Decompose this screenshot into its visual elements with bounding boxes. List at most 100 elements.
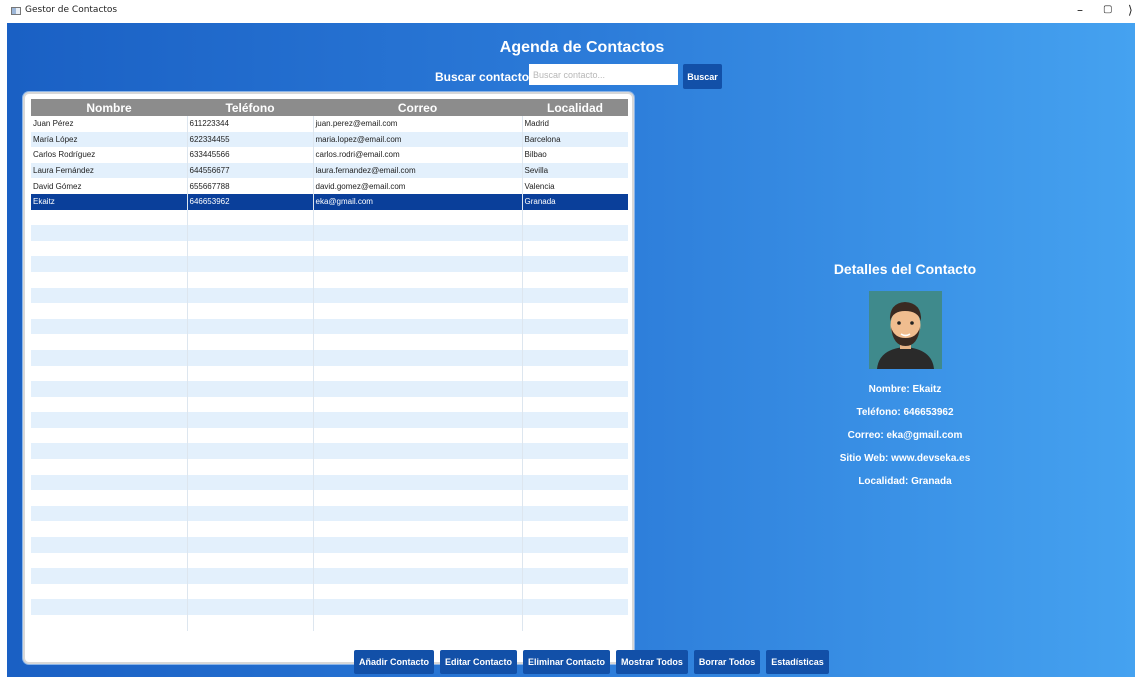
add-contact-button[interactable]: Añadir Contacto (354, 650, 435, 674)
table-cell (186, 552, 313, 569)
show-all-button[interactable]: Mostrar Todos (616, 650, 688, 674)
table-row[interactable] (31, 349, 628, 366)
table-row[interactable] (31, 552, 628, 569)
table-cell: juan.perez@email.com (312, 116, 522, 132)
table-row[interactable] (31, 505, 628, 522)
table-cell (312, 568, 522, 584)
table-cell (521, 396, 628, 413)
table-row[interactable] (31, 334, 628, 350)
table-cell: 655667788 (186, 178, 313, 194)
table-cell (312, 490, 522, 506)
table-row[interactable] (31, 303, 628, 319)
table-row[interactable] (31, 365, 628, 382)
table-row[interactable]: María López 622334455 maria.lopez@email.co… (31, 131, 628, 148)
table-cell (31, 615, 187, 631)
table-cell (31, 552, 187, 569)
table-row[interactable]: Carlos Rodríguez 633445566 carlos.rodri@em… (31, 147, 628, 163)
table-cell (521, 334, 628, 350)
contacts-table[interactable]: Nombre Teléfono Correo Localidad Juan Pé… (31, 99, 628, 631)
avatar (868, 291, 942, 369)
contact-details-panel: Detalles del Contacto Nombre: Ekaitz Tel… (785, 258, 1025, 487)
table-cell (521, 381, 628, 397)
close-button[interactable]: ⟩ (1128, 3, 1133, 17)
column-header-correo[interactable]: Correo (313, 99, 522, 116)
maximize-button[interactable]: ▢ (1103, 4, 1112, 15)
table-row[interactable] (31, 271, 628, 288)
main-panel: Agenda de Contactos Buscar contacto: Bus… (7, 23, 1135, 677)
table-cell (31, 303, 187, 319)
table-row[interactable] (31, 443, 628, 460)
details-title: Detalles del Contacto (833, 261, 977, 277)
edit-contact-button[interactable]: Editar Contacto (440, 650, 518, 674)
table-cell: Juan Pérez (31, 116, 187, 132)
table-row[interactable] (31, 381, 628, 397)
table-cell (31, 365, 187, 382)
table-cell (521, 271, 628, 288)
table-row[interactable] (31, 209, 628, 226)
table-body: Juan Pérez 611223344 juan.perez@email.com M… (31, 116, 628, 631)
table-row[interactable] (31, 318, 628, 335)
table-cell (312, 256, 522, 272)
table-row[interactable] (31, 490, 628, 506)
table-cell (31, 349, 187, 366)
table-cell (186, 615, 313, 631)
search-input[interactable] (529, 64, 678, 85)
table-cell (521, 443, 628, 460)
table-cell (186, 287, 313, 304)
column-header-localidad[interactable]: Localidad (522, 99, 628, 116)
table-cell (521, 521, 628, 538)
delete-contact-button[interactable]: Eliminar Contacto (523, 650, 611, 674)
table-row[interactable]: Ekaitz 646653962 eka@gmail.com Granada (31, 193, 628, 210)
page-title: Agenda de Contactos (499, 39, 665, 56)
table-row[interactable] (31, 599, 628, 615)
table-row[interactable] (31, 615, 628, 631)
table-cell (521, 209, 628, 226)
table-cell: 646653962 (186, 193, 313, 210)
table-row[interactable] (31, 459, 628, 475)
delete-all-button[interactable]: Borrar Todos (693, 650, 761, 674)
table-row[interactable] (31, 427, 628, 444)
table-cell (521, 240, 628, 257)
statistics-button[interactable]: Estadísticas (766, 650, 829, 674)
table-row[interactable] (31, 240, 628, 257)
table-cell (31, 240, 187, 257)
table-cell (312, 365, 522, 382)
search-button[interactable]: Buscar (683, 64, 722, 89)
table-cell (312, 521, 522, 538)
column-header-nombre[interactable]: Nombre (31, 99, 187, 116)
table-row[interactable] (31, 568, 628, 584)
table-row[interactable]: Laura Fernández 644556677 laura.fernandez@… (31, 162, 628, 179)
table-cell (186, 256, 313, 272)
table-cell: Laura Fernández (31, 162, 187, 179)
table-cell (521, 615, 628, 631)
table-cell: 611223344 (186, 116, 313, 132)
table-row[interactable] (31, 287, 628, 304)
table-row[interactable] (31, 521, 628, 538)
table-row[interactable] (31, 256, 628, 272)
minimize-button[interactable]: – (1077, 3, 1083, 17)
table-row[interactable]: David Gómez 655667788 david.gomez@email.co… (31, 178, 628, 194)
table-cell (521, 225, 628, 241)
table-cell (186, 583, 313, 600)
table-cell (312, 443, 522, 460)
table-cell (31, 256, 187, 272)
table-cell (31, 521, 187, 538)
table-cell (312, 583, 522, 600)
table-cell (31, 287, 187, 304)
table-row[interactable] (31, 474, 628, 491)
table-cell: Barcelona (521, 131, 628, 148)
table-cell (312, 240, 522, 257)
app-icon (11, 7, 21, 15)
table-row[interactable] (31, 396, 628, 413)
window-titlebar: Gestor de Contactos – ▢ ⟩ (0, 0, 1135, 23)
table-row[interactable] (31, 537, 628, 553)
table-row[interactable] (31, 583, 628, 600)
column-header-telefono[interactable]: Teléfono (187, 99, 313, 116)
table-cell (31, 271, 187, 288)
table-row[interactable] (31, 412, 628, 428)
table-cell (521, 349, 628, 366)
table-row[interactable] (31, 225, 628, 241)
table-cell (521, 303, 628, 319)
table-row[interactable]: Juan Pérez 611223344 juan.perez@email.com M… (31, 116, 628, 132)
action-button-bar: Añadir Contacto Editar Contacto Eliminar… (354, 650, 829, 674)
